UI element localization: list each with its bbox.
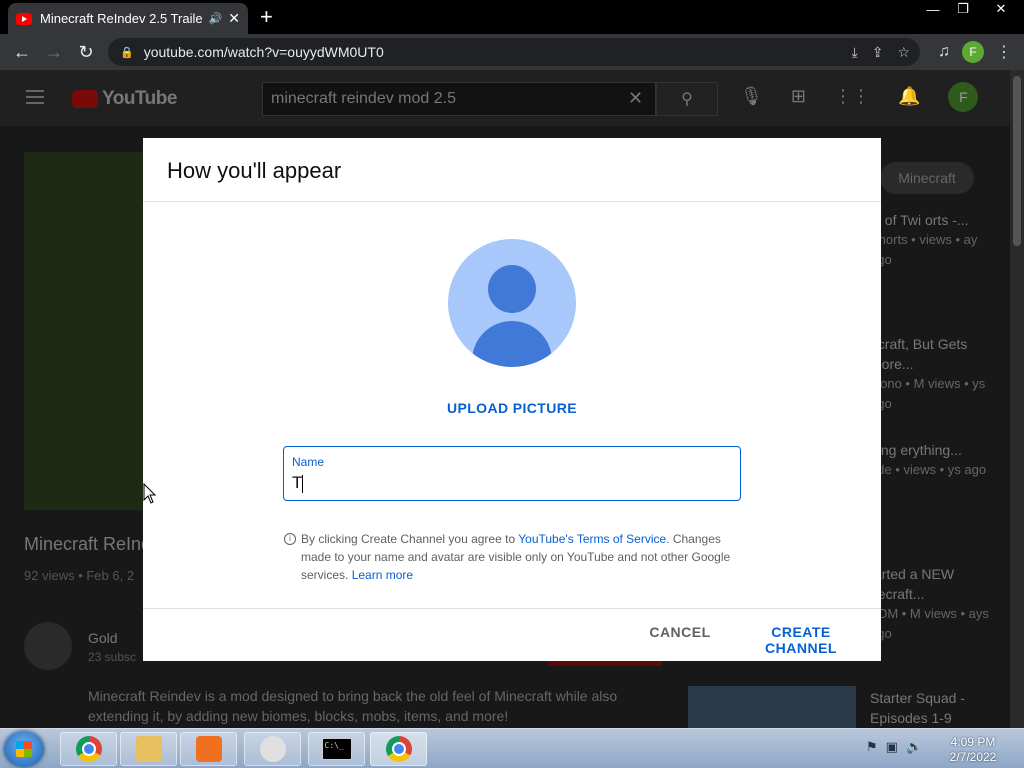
clock-time: 4:09 PM (950, 735, 996, 749)
page-scrollbar[interactable] (1010, 70, 1024, 728)
system-tray: ⚑ ▣ 🔈 (866, 739, 922, 755)
info-icon: i (284, 533, 296, 545)
notifications-bell-icon[interactable]: 🔔 (898, 86, 920, 112)
name-input[interactable] (292, 473, 722, 493)
youtube-avatar[interactable]: F (948, 82, 979, 112)
scrollbar-thumb[interactable] (1013, 76, 1021, 246)
create-channel-dialog: How you'll appear UPLOAD PICTURE Name i … (143, 138, 881, 661)
apps-grid-icon[interactable]: ⋮⋮ (834, 86, 870, 112)
window-controls: — ❐ ✕ (918, 0, 1024, 18)
url-text: youtube.com/watch?v=ouyydWM0UT0 (143, 44, 384, 60)
create-video-icon[interactable]: ⊞ (791, 86, 806, 112)
windows-taskbar: C:\_ ⚑ ▣ 🔈 4:09 PM 2/7/2022 (0, 728, 1024, 768)
avatar-head (488, 265, 536, 313)
back-icon[interactable]: ← (6, 36, 38, 68)
install-icon[interactable]: ⤓ (852, 44, 858, 61)
share-icon[interactable]: ⇪ (872, 44, 884, 61)
chrome-icon (75, 736, 102, 762)
text-caret (302, 475, 303, 493)
audio-playing-icon[interactable]: 🔊 (209, 12, 223, 25)
windows-logo-icon (16, 741, 32, 757)
address-bar[interactable]: 🔒 youtube.com/watch?v=ouyydWM0UT0 ⤓ ⇪ ☆ (108, 38, 920, 66)
browser-tabbar: Minecraft ReIndev 2.5 Trailer 🔊 ✕ + — ❐ … (0, 0, 1024, 34)
system-clock[interactable]: 4:09 PM 2/7/2022 (930, 735, 1016, 765)
channel-subscribers: 23 subsc (88, 650, 137, 664)
learn-more-link[interactable]: Learn more (352, 568, 413, 582)
recommendation-item[interactable]: Starter Squad - Episodes 1-9 (870, 688, 1000, 728)
taskbar-cmd[interactable]: C:\_ (308, 732, 365, 766)
folder-icon (135, 736, 162, 762)
profile-avatar[interactable]: F (962, 41, 984, 63)
avatar-body (472, 321, 552, 367)
channel-avatar[interactable] (24, 622, 72, 670)
taskbar-explorer[interactable] (120, 732, 177, 766)
divider (143, 201, 881, 202)
youtube-logo[interactable]: YouTube (72, 88, 177, 110)
browser-tab[interactable]: Minecraft ReIndev 2.5 Trailer 🔊 ✕ (8, 3, 248, 34)
forward-icon[interactable]: → (38, 36, 70, 68)
taskbar-media-player[interactable] (180, 732, 237, 766)
upload-picture-button[interactable]: UPLOAD PICTURE (143, 400, 881, 416)
terms-notice: i By clicking Create Channel you agree t… (284, 530, 734, 584)
taskbar-chrome-active[interactable] (370, 732, 427, 766)
default-avatar-icon (448, 239, 576, 367)
clear-search-icon[interactable]: ✕ (628, 88, 643, 109)
filter-chip[interactable]: Minecraft (880, 162, 974, 194)
hamburger-menu-icon[interactable] (26, 90, 44, 104)
divider (143, 608, 881, 609)
new-tab-icon[interactable]: + (260, 4, 273, 30)
screen: Minecraft ReIndev 2.5 Trailer 🔊 ✕ + — ❐ … (0, 0, 1024, 768)
mic-icon[interactable]: 🎙 (740, 86, 763, 112)
terms-prefix: By clicking Create Channel you agree to (301, 532, 519, 546)
create-channel-button[interactable]: CREATE CHANNEL (736, 624, 866, 656)
paint-icon (259, 736, 286, 762)
name-field-label: Name (292, 455, 325, 469)
recommendation-item[interactable]: ecraft, But Gets More... stono • M views … (870, 334, 1000, 414)
tab-title: Minecraft ReIndev 2.5 Trailer (40, 11, 203, 26)
recommendation-thumbnail[interactable] (688, 686, 856, 728)
media-player-icon (195, 736, 222, 762)
action-center-icon[interactable]: ⚑ (866, 739, 878, 755)
video-meta: 92 views • Feb 6, 2 (24, 568, 135, 583)
toolbar-right: ♫ F ⋮ (938, 34, 1024, 70)
minimize-icon[interactable]: — (918, 0, 948, 18)
command-prompt-icon: C:\_ (321, 738, 352, 760)
youtube-play-icon (72, 90, 98, 108)
lock-icon[interactable]: 🔒 (120, 46, 134, 59)
youtube-header: YouTube minecraft reindev mod 2.5 ✕ ⚲ 🎙 … (0, 70, 1010, 126)
terms-of-service-link[interactable]: YouTube's Terms of Service (518, 532, 666, 546)
youtube-search-input[interactable]: minecraft reindev mod 2.5 (262, 82, 656, 116)
bookmark-star-icon[interactable]: ☆ (897, 44, 910, 61)
recommendation-item[interactable]: st of Twi orts -...Shorts • views • ay a… (870, 210, 1000, 270)
dialog-title: How you'll appear (167, 158, 342, 183)
terms-text: By clicking Create Channel you agree to … (301, 530, 734, 584)
recommendation-item[interactable]: ding erything... ade • views • ys ago (870, 440, 1000, 480)
menu-dots-icon[interactable]: ⋮ (996, 42, 1012, 62)
taskbar-chrome[interactable] (60, 732, 117, 766)
restore-icon[interactable]: ❐ (948, 0, 978, 18)
network-icon[interactable]: ▣ (886, 739, 898, 755)
recommendation-item[interactable]: tarted a NEW necraft... TDM • M views • a… (870, 564, 1000, 644)
omnibox-actions: ⤓ ⇪ ☆ (852, 44, 911, 61)
youtube-favicon-icon (16, 12, 32, 25)
close-tab-icon[interactable]: ✕ (228, 10, 240, 27)
mouse-cursor-icon (143, 483, 157, 504)
start-button[interactable] (4, 731, 44, 767)
media-control-icon[interactable]: ♫ (938, 43, 950, 61)
video-description: Minecraft Reindev is a mod designed to b… (88, 688, 618, 724)
window-close-icon[interactable]: ✕ (978, 0, 1024, 18)
volume-icon[interactable]: 🔈 (906, 739, 922, 755)
youtube-header-icons: 🎙 ⊞ ⋮⋮ 🔔 F (740, 82, 979, 112)
search-icon[interactable]: ⚲ (656, 82, 718, 116)
reload-icon[interactable]: ↻ (70, 36, 102, 68)
taskbar-paint[interactable] (244, 732, 301, 766)
chrome-icon (385, 736, 412, 762)
browser-toolbar: ← → ↻ 🔒 youtube.com/watch?v=ouyydWM0UT0 … (0, 34, 1024, 70)
name-field[interactable]: Name (283, 446, 741, 501)
channel-name[interactable]: Gold (88, 630, 118, 646)
cancel-button[interactable]: CANCEL (640, 624, 720, 646)
clock-date: 2/7/2022 (949, 750, 997, 764)
